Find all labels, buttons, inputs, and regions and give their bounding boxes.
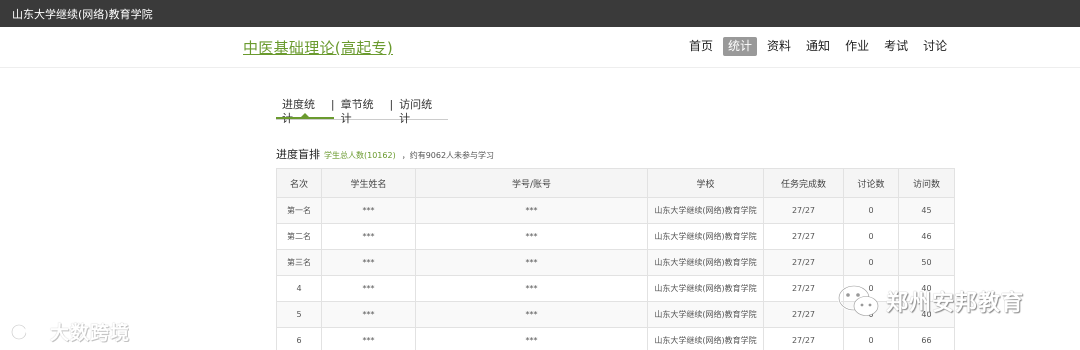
cell-school: 山东大学继续(网络)教育学院	[647, 301, 764, 328]
cell-tasks-done: 27/27	[763, 301, 844, 328]
cell-student-name: ***	[321, 249, 416, 276]
cell-student-id: ***	[415, 197, 648, 224]
statistics-subtabs: 进度统计 | 章节统计 | 访问统计	[276, 98, 448, 125]
cell-school: 山东大学继续(网络)教育学院	[647, 249, 764, 276]
ranking-title: 进度盲排	[276, 148, 320, 161]
course-title-link[interactable]: 中医基础理论(高起专)	[243, 37, 393, 58]
nav-materials[interactable]: 资料	[762, 37, 796, 56]
cell-visits: 45	[898, 197, 955, 224]
cell-discussions: 0	[843, 327, 899, 350]
watermark-left-text: 大数跨境	[50, 322, 131, 344]
nav-statistics[interactable]: 统计	[723, 37, 758, 56]
cell-discussions: 0	[843, 197, 899, 224]
ranking-heading: 进度盲排 学生总人数(10162) ，约有9062人未参与学习	[276, 146, 494, 162]
cell-tasks-done: 27/27	[763, 327, 844, 350]
cell-tasks-done: 27/27	[763, 249, 844, 276]
active-tab-caret-icon	[301, 113, 309, 117]
watermark-right-text: 郑州安邦教育	[886, 291, 1025, 316]
tab-progress-stats[interactable]: 进度统计	[276, 98, 331, 126]
cell-student-id: ***	[415, 249, 648, 276]
cell-student-name: ***	[321, 327, 416, 350]
nav-exam[interactable]: 考试	[879, 37, 913, 56]
cell-rank: 4	[276, 275, 322, 302]
table-row: 第三名 *** *** 山东大学继续(网络)教育学院 27/27 0 50	[276, 249, 955, 276]
ranking-table: 名次 学生姓名 学号/账号 学校 任务完成数 讨论数 访问数 第一名 *** *…	[276, 168, 955, 350]
table-row: 第一名 *** *** 山东大学继续(网络)教育学院 27/27 0 45	[276, 197, 955, 224]
col-school: 学校	[647, 168, 764, 198]
cell-tasks-done: 27/27	[763, 223, 844, 250]
wechat-icon	[837, 284, 879, 316]
cell-school: 山东大学继续(网络)教育学院	[647, 327, 764, 350]
cell-student-id: ***	[415, 301, 648, 328]
student-total: 学生总人数(10162)	[324, 151, 396, 160]
cell-rank: 第三名	[276, 249, 322, 276]
tab-chapter-stats[interactable]: 章节统计	[335, 98, 390, 126]
cell-student-name: ***	[321, 197, 416, 224]
cell-visits: 66	[898, 327, 955, 350]
cell-rank: 6	[276, 327, 322, 350]
cell-visits: 50	[898, 249, 955, 276]
course-nav: 首页 统计 资料 通知 作业 考试 讨论	[684, 37, 957, 56]
cell-school: 山东大学继续(网络)教育学院	[647, 275, 764, 302]
nav-home[interactable]: 首页	[684, 37, 718, 56]
cell-discussions: 0	[843, 249, 899, 276]
col-tasks-done: 任务完成数	[763, 168, 844, 198]
top-bar: 山东大学继续(网络)教育学院	[0, 0, 1080, 27]
nav-discussion[interactable]: 讨论	[918, 37, 952, 56]
non-participant-note: ，约有9062人未参与学习	[401, 151, 495, 160]
cell-student-name: ***	[321, 275, 416, 302]
cell-discussions: 0	[843, 223, 899, 250]
cell-school: 山东大学继续(网络)教育学院	[647, 223, 764, 250]
brand-logo-icon	[10, 323, 43, 340]
cell-rank: 第一名	[276, 197, 322, 224]
course-header: 中医基础理论(高起专) 首页 统计 资料 通知 作业 考试 讨论	[0, 27, 1080, 68]
col-rank: 名次	[276, 168, 322, 198]
table-row: 6 *** *** 山东大学继续(网络)教育学院 27/27 0 66	[276, 327, 955, 350]
cell-student-id: ***	[415, 275, 648, 302]
cell-student-id: ***	[415, 223, 648, 250]
nav-homework[interactable]: 作业	[840, 37, 874, 56]
cell-school: 山东大学继续(网络)教育学院	[647, 197, 764, 224]
cell-student-name: ***	[321, 223, 416, 250]
cell-tasks-done: 27/27	[763, 275, 844, 302]
cell-student-name: ***	[321, 301, 416, 328]
cell-rank: 5	[276, 301, 322, 328]
active-tab-underline	[276, 117, 334, 119]
col-discussions: 讨论数	[843, 168, 899, 198]
watermark-left: 大数跨境	[10, 318, 130, 345]
nav-notices[interactable]: 通知	[801, 37, 835, 56]
cell-student-id: ***	[415, 327, 648, 350]
cell-visits: 46	[898, 223, 955, 250]
table-row: 第二名 *** *** 山东大学继续(网络)教育学院 27/27 0 46	[276, 223, 955, 250]
site-name: 山东大学继续(网络)教育学院	[12, 8, 153, 21]
col-visits: 访问数	[898, 168, 955, 198]
col-student-id: 学号/账号	[415, 168, 648, 198]
table-header-row: 名次 学生姓名 学号/账号 学校 任务完成数 讨论数 访问数	[276, 168, 955, 198]
col-student-name: 学生姓名	[321, 168, 416, 198]
cell-tasks-done: 27/27	[763, 197, 844, 224]
watermark-right: 郑州安邦教育	[836, 283, 1024, 319]
cell-rank: 第二名	[276, 223, 322, 250]
tab-visit-stats[interactable]: 访问统计	[393, 98, 448, 126]
